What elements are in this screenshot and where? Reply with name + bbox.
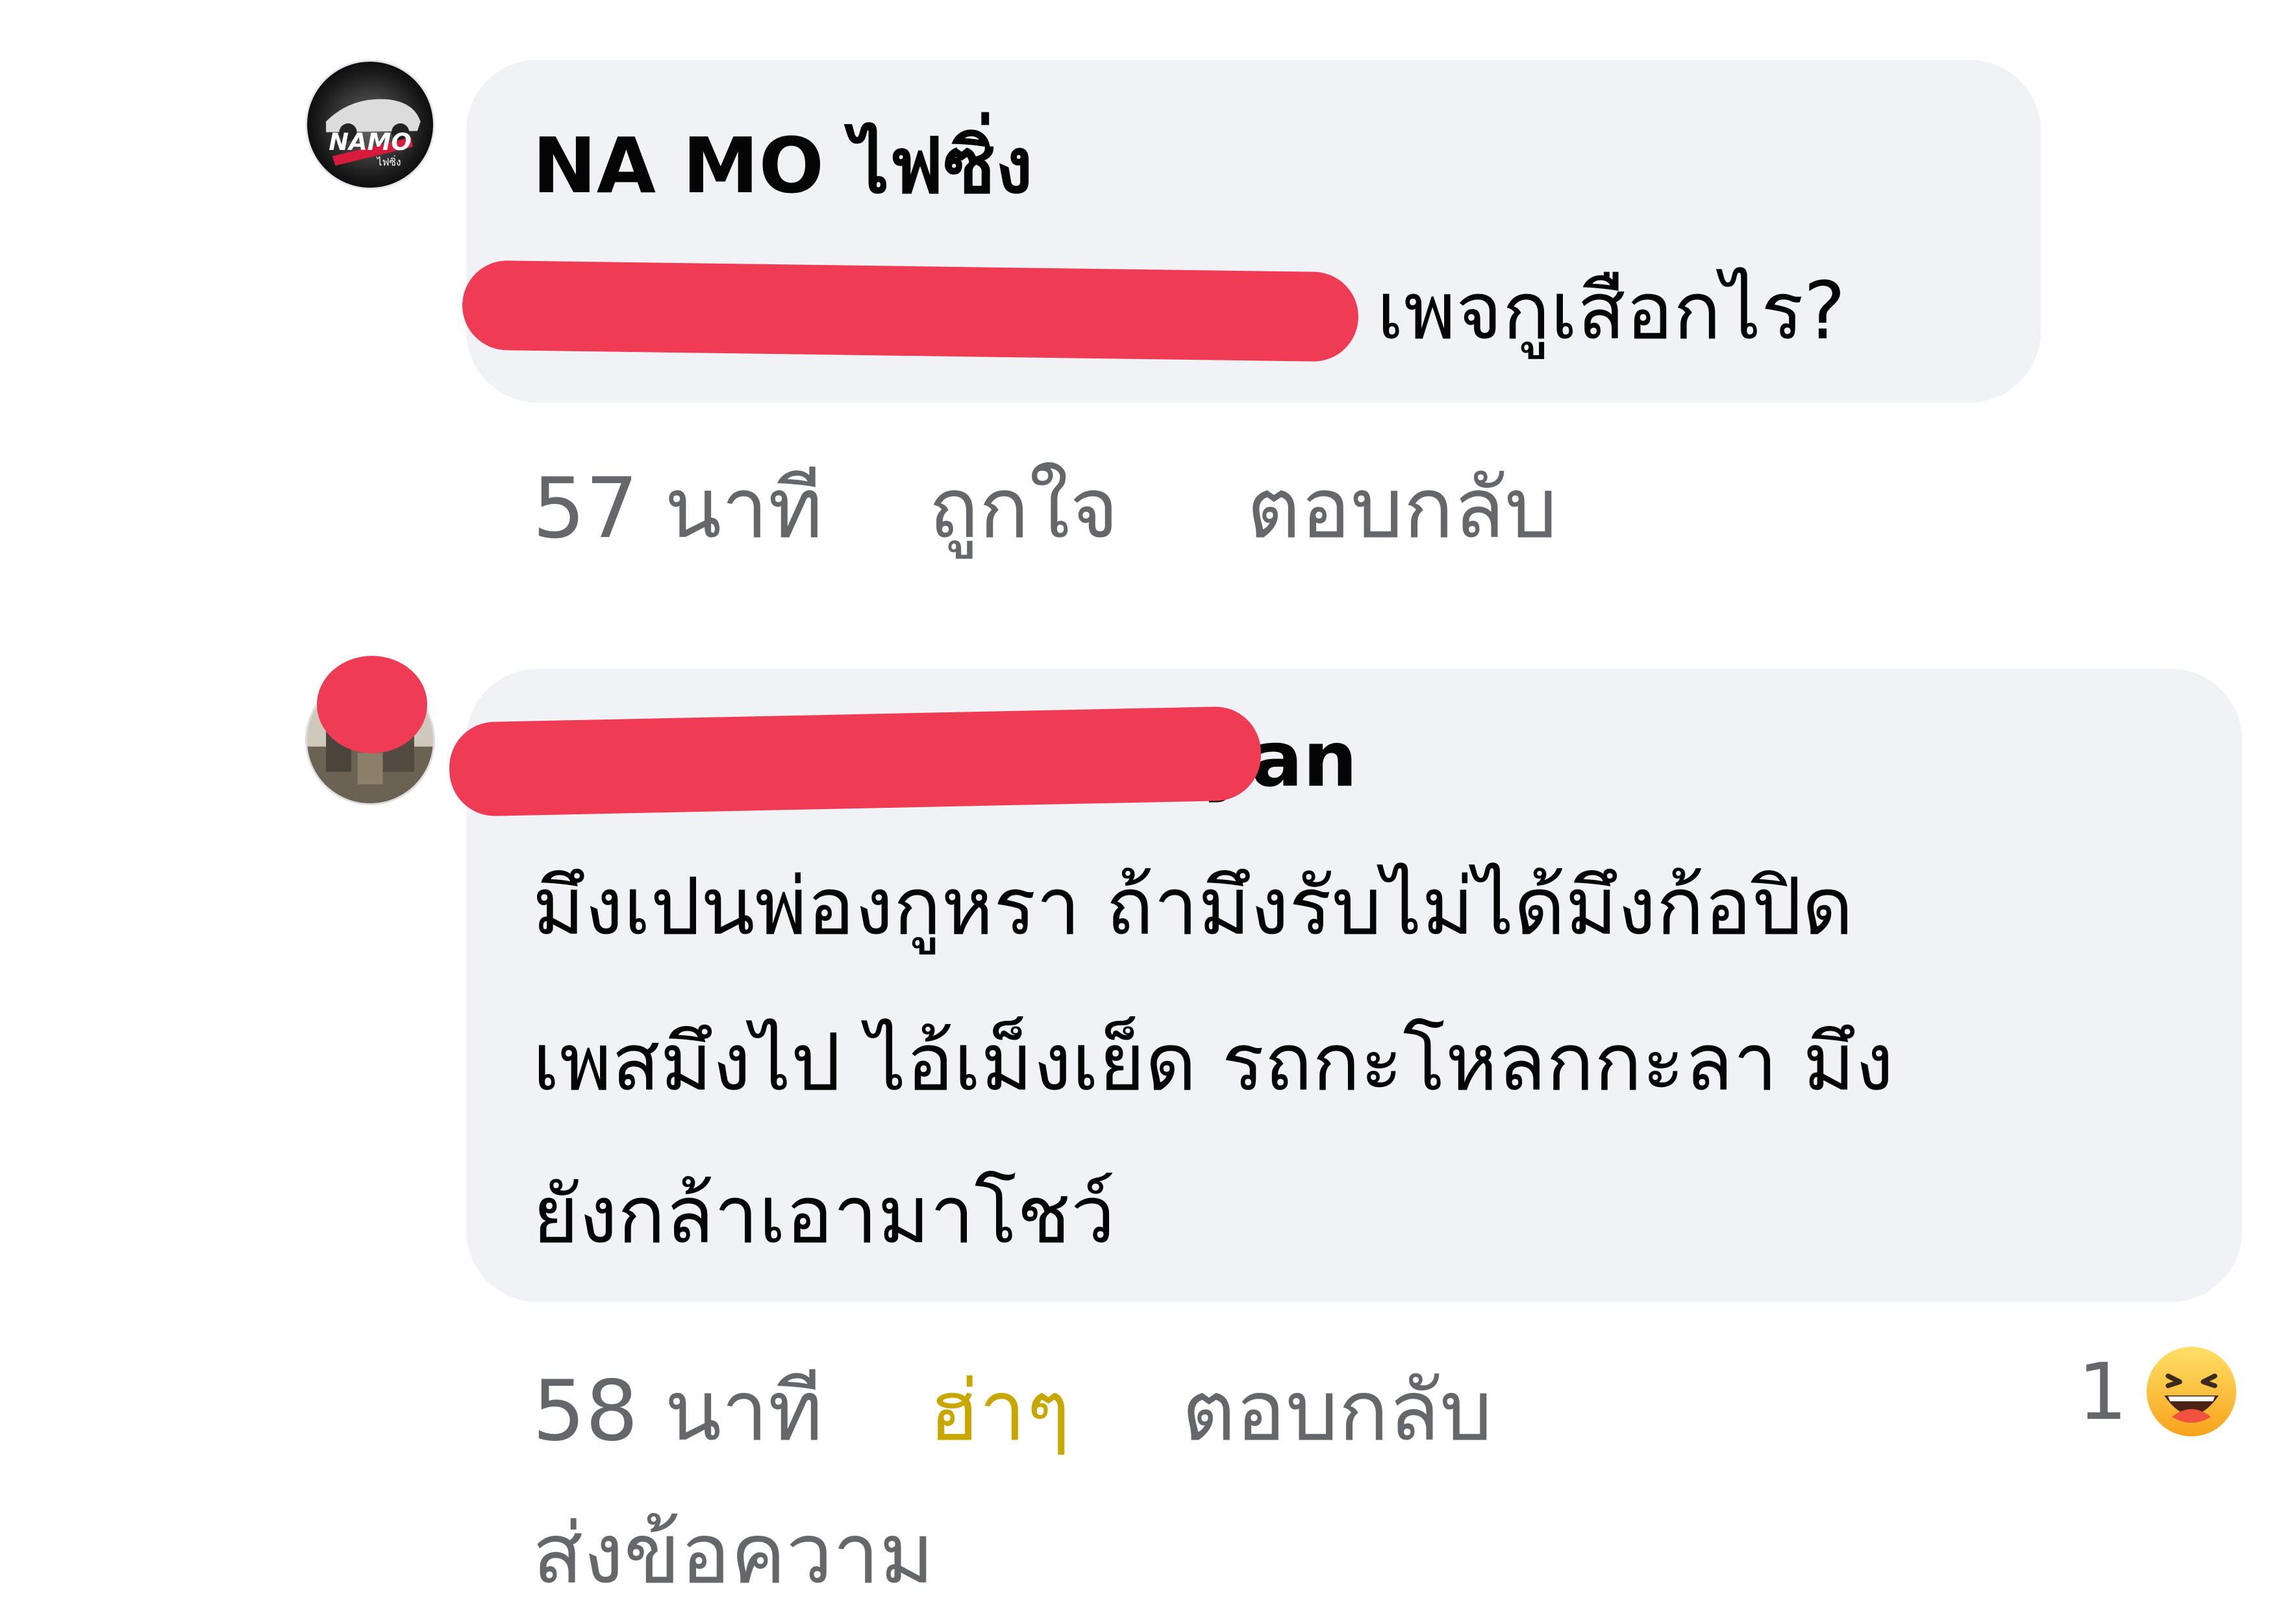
svg-text:ไฟซิ่ง: ไฟซิ่ง <box>376 155 401 168</box>
redaction-mark-avatar <box>317 656 427 753</box>
comment-time-2: 58 นาที <box>532 1363 823 1460</box>
reaction-count[interactable]: 1 <box>2078 1354 2127 1432</box>
haha-emoji-icon[interactable] <box>2143 1343 2240 1440</box>
avatar-namo[interactable]: NAMO ไฟซิ่ง <box>305 60 435 190</box>
like-button-1[interactable]: ถูกใจ <box>929 468 1119 551</box>
send-message-button[interactable]: ส่งข้อความ <box>532 1513 934 1596</box>
comment-thread: NAMO ไฟซิ่ง NA MO ไฟซิ่ง nเพจกูเสือกไร? … <box>0 0 2296 1613</box>
comment-text-1-content: เพจกูเสือกไร? <box>1377 265 1846 357</box>
svg-text:NAMO: NAMO <box>329 128 411 156</box>
redaction-mark-name <box>448 705 1262 818</box>
comment-time-1: 57 นาที <box>532 460 823 557</box>
reply-button-2[interactable]: ตอบกลับ <box>1182 1370 1492 1453</box>
comment-text-2-line3: ยังกล้าเอามาโชว์ <box>532 1169 1116 1261</box>
haha-reaction-button[interactable]: ฮ่าๆ <box>929 1370 1071 1453</box>
comment-text-2-line1: มึงเปนพ่องกูหรา ถ้ามึงรับไม่ได้มึงก้อปิด <box>532 860 1854 953</box>
comment-author-1[interactable]: NA MO ไฟซิ่ง <box>532 127 1033 204</box>
comment-text-2-line2: เพสมึงไป ไอ้เม็งเย็ด รถกะโหลกกะลา มึง <box>532 1016 1894 1108</box>
redaction-mark <box>462 260 1359 362</box>
avatar-logo-icon: NAMO ไฟซิ่ง <box>307 62 433 188</box>
reply-button-1[interactable]: ตอบกลับ <box>1247 468 1557 551</box>
